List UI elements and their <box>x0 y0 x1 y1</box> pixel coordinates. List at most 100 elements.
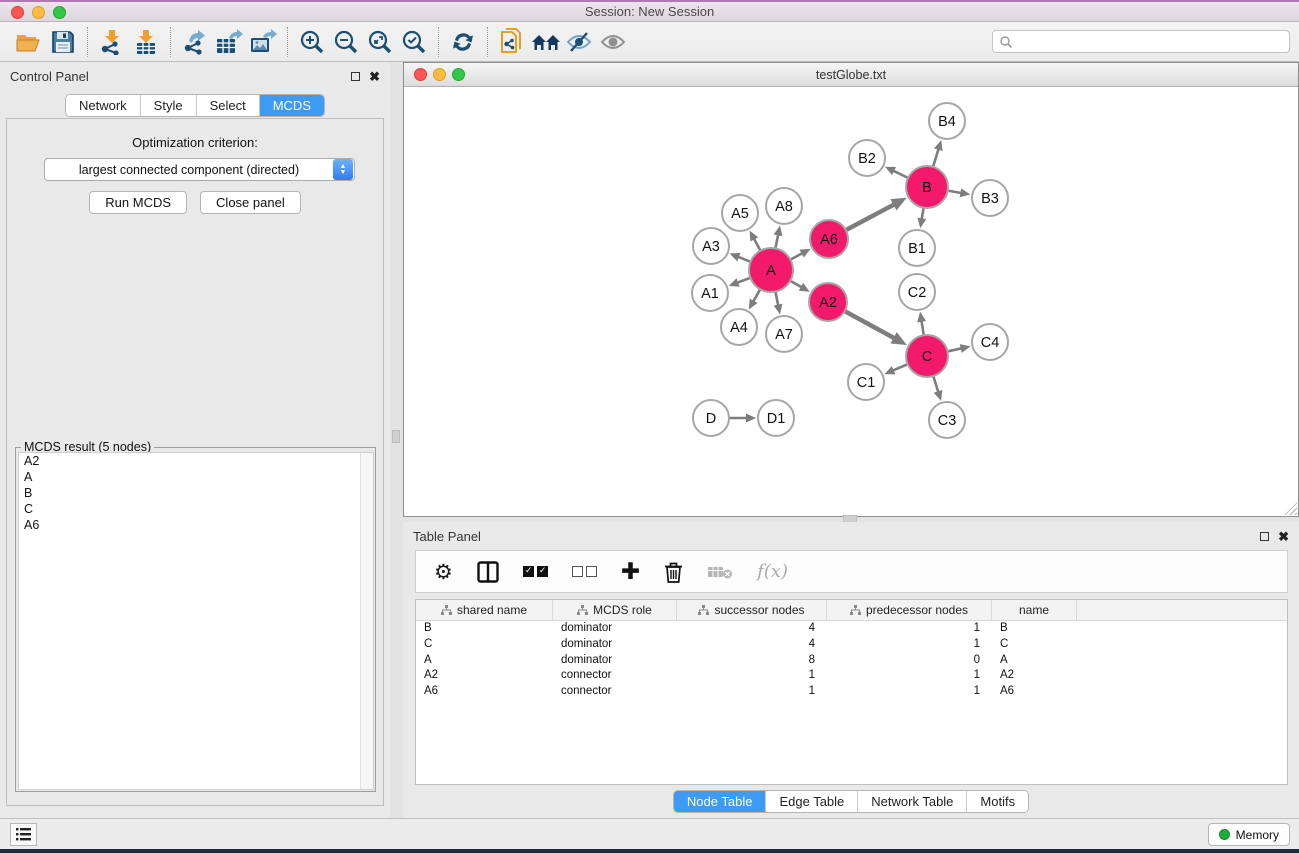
graph-edge-A-A2[interactable] <box>790 281 802 288</box>
tab-mcds[interactable]: MCDS <box>260 95 324 116</box>
add-column-icon[interactable]: ✚ <box>621 559 640 585</box>
table-cell[interactable]: 4 <box>677 637 827 653</box>
graph-edge-A-A8[interactable] <box>775 234 778 249</box>
table-cell[interactable]: 8 <box>677 653 827 669</box>
close-window-button[interactable] <box>11 6 24 19</box>
column-header-name[interactable]: name <box>992 600 1077 620</box>
column-header-MCDS-role[interactable]: MCDS role <box>553 600 677 620</box>
show-graphics-icon[interactable] <box>597 26 631 58</box>
network-window-titlebar[interactable]: testGlobe.txt <box>404 63 1298 87</box>
network-zoom-button[interactable] <box>452 68 465 81</box>
table-row[interactable]: Bdominator41B <box>416 621 1287 637</box>
column-layout-icon[interactable] <box>477 561 499 583</box>
save-session-icon[interactable] <box>46 26 80 58</box>
export-network-icon[interactable] <box>178 26 212 58</box>
mcds-result-item[interactable]: A6 <box>19 517 373 533</box>
tab-motifs[interactable]: Motifs <box>967 791 1028 812</box>
zoom-fit-icon[interactable] <box>363 26 397 58</box>
float-table-panel-icon[interactable] <box>1260 532 1269 541</box>
function-builder-icon[interactable]: f(x) <box>757 561 788 582</box>
column-header-successor-nodes[interactable]: successor nodes <box>677 600 827 620</box>
table-settings-icon[interactable]: ⚙ <box>434 560 453 584</box>
run-mcds-button[interactable]: Run MCDS <box>89 191 187 214</box>
delete-table-icon[interactable] <box>707 563 733 581</box>
graph-edge-A-A3[interactable] <box>737 257 750 262</box>
table-cell[interactable]: 1 <box>827 621 992 637</box>
table-cell[interactable]: A6 <box>992 684 1077 700</box>
zoom-in-icon[interactable] <box>295 26 329 58</box>
delete-column-icon[interactable] <box>664 561 683 583</box>
tab-edge-table[interactable]: Edge Table <box>766 791 858 812</box>
table-row[interactable]: Cdominator41C <box>416 637 1287 653</box>
table-cell[interactable]: A <box>416 653 553 669</box>
refresh-icon[interactable] <box>446 26 480 58</box>
table-cell[interactable]: A2 <box>992 668 1077 684</box>
import-table-icon[interactable] <box>129 26 163 58</box>
tab-select[interactable]: Select <box>197 95 260 116</box>
graph-edge-B-B1[interactable] <box>922 208 924 220</box>
float-panel-icon[interactable] <box>351 72 360 81</box>
minimize-window-button[interactable] <box>32 6 45 19</box>
search-input[interactable] <box>1013 35 1273 49</box>
open-session-icon[interactable] <box>12 26 46 58</box>
home-view-icon[interactable] <box>529 26 563 58</box>
graph-edge-A-A1[interactable] <box>737 278 751 283</box>
table-cell[interactable]: 1 <box>827 637 992 653</box>
resize-grip-icon[interactable] <box>1284 502 1297 515</box>
table-cell[interactable]: C <box>416 637 553 653</box>
hide-graphics-icon[interactable] <box>563 26 597 58</box>
close-table-panel-icon[interactable]: ✖ <box>1278 532 1289 541</box>
table-cell[interactable]: 4 <box>677 621 827 637</box>
memory-button[interactable]: Memory <box>1208 823 1290 846</box>
table-cell[interactable]: dominator <box>553 621 677 637</box>
graph-edge-C-C4[interactable] <box>947 348 962 351</box>
table-cell[interactable]: A6 <box>416 684 553 700</box>
graph-edge-C-C2[interactable] <box>921 320 923 335</box>
graph-edge-B-B3[interactable] <box>948 191 962 193</box>
unselect-all-columns-icon[interactable] <box>572 566 597 577</box>
table-cell[interactable]: B <box>992 621 1077 637</box>
mcds-list-scrollbar[interactable] <box>360 453 373 789</box>
table-cell[interactable]: 1 <box>677 684 827 700</box>
graph-edge-A-A5[interactable] <box>754 238 761 251</box>
graph-edge-B-B2[interactable] <box>893 170 908 177</box>
network-minimize-button[interactable] <box>433 68 446 81</box>
tab-node-table[interactable]: Node Table <box>674 791 767 812</box>
export-table-icon[interactable] <box>212 26 246 58</box>
graph-edge-B-B4[interactable] <box>933 148 939 167</box>
import-network-icon[interactable] <box>95 26 129 58</box>
mcds-result-item[interactable]: C <box>19 501 373 517</box>
graph-edge-C-C1[interactable] <box>892 364 907 371</box>
new-network-icon[interactable] <box>495 26 529 58</box>
table-cell[interactable]: 1 <box>827 668 992 684</box>
column-header-shared-name[interactable]: shared name <box>416 600 553 620</box>
network-close-button[interactable] <box>414 68 427 81</box>
network-canvas[interactable]: B4B2BB3A5A8A6A3B1AC2A1A2A4A7C4CC1C3DD1 <box>404 87 1298 516</box>
table-row[interactable]: A2connector11A2 <box>416 668 1287 684</box>
table-row[interactable]: Adominator80A <box>416 653 1287 669</box>
mcds-result-item[interactable]: A <box>19 469 373 485</box>
tab-network-table[interactable]: Network Table <box>858 791 967 812</box>
table-cell[interactable]: A2 <box>416 668 553 684</box>
zoom-out-icon[interactable] <box>329 26 363 58</box>
node-table[interactable]: shared nameMCDS rolesuccessor nodesprede… <box>415 599 1288 785</box>
column-header-predecessor-nodes[interactable]: predecessor nodes <box>827 600 992 620</box>
mcds-result-item[interactable]: A2 <box>19 453 373 469</box>
table-cell[interactable]: C <box>992 637 1077 653</box>
graph-edge-A-A6[interactable] <box>790 253 803 260</box>
mcds-result-list[interactable]: A2ABCA6 <box>18 452 374 790</box>
graph-edge-A6-B[interactable] <box>846 204 895 230</box>
tab-network[interactable]: Network <box>66 95 141 116</box>
main-titlebar[interactable]: Session: New Session <box>0 2 1299 22</box>
graph-edge-A2-C[interactable] <box>845 311 895 338</box>
table-cell[interactable]: connector <box>553 684 677 700</box>
graph-edge-A-A4[interactable] <box>753 289 760 302</box>
table-cell[interactable]: 1 <box>827 684 992 700</box>
task-history-button[interactable] <box>10 823 37 846</box>
table-cell[interactable]: 0 <box>827 653 992 669</box>
table-cell[interactable]: dominator <box>553 653 677 669</box>
table-cell[interactable]: 1 <box>677 668 827 684</box>
select-all-columns-icon[interactable] <box>523 566 548 577</box>
search-field[interactable] <box>992 30 1290 53</box>
export-image-icon[interactable] <box>246 26 280 58</box>
